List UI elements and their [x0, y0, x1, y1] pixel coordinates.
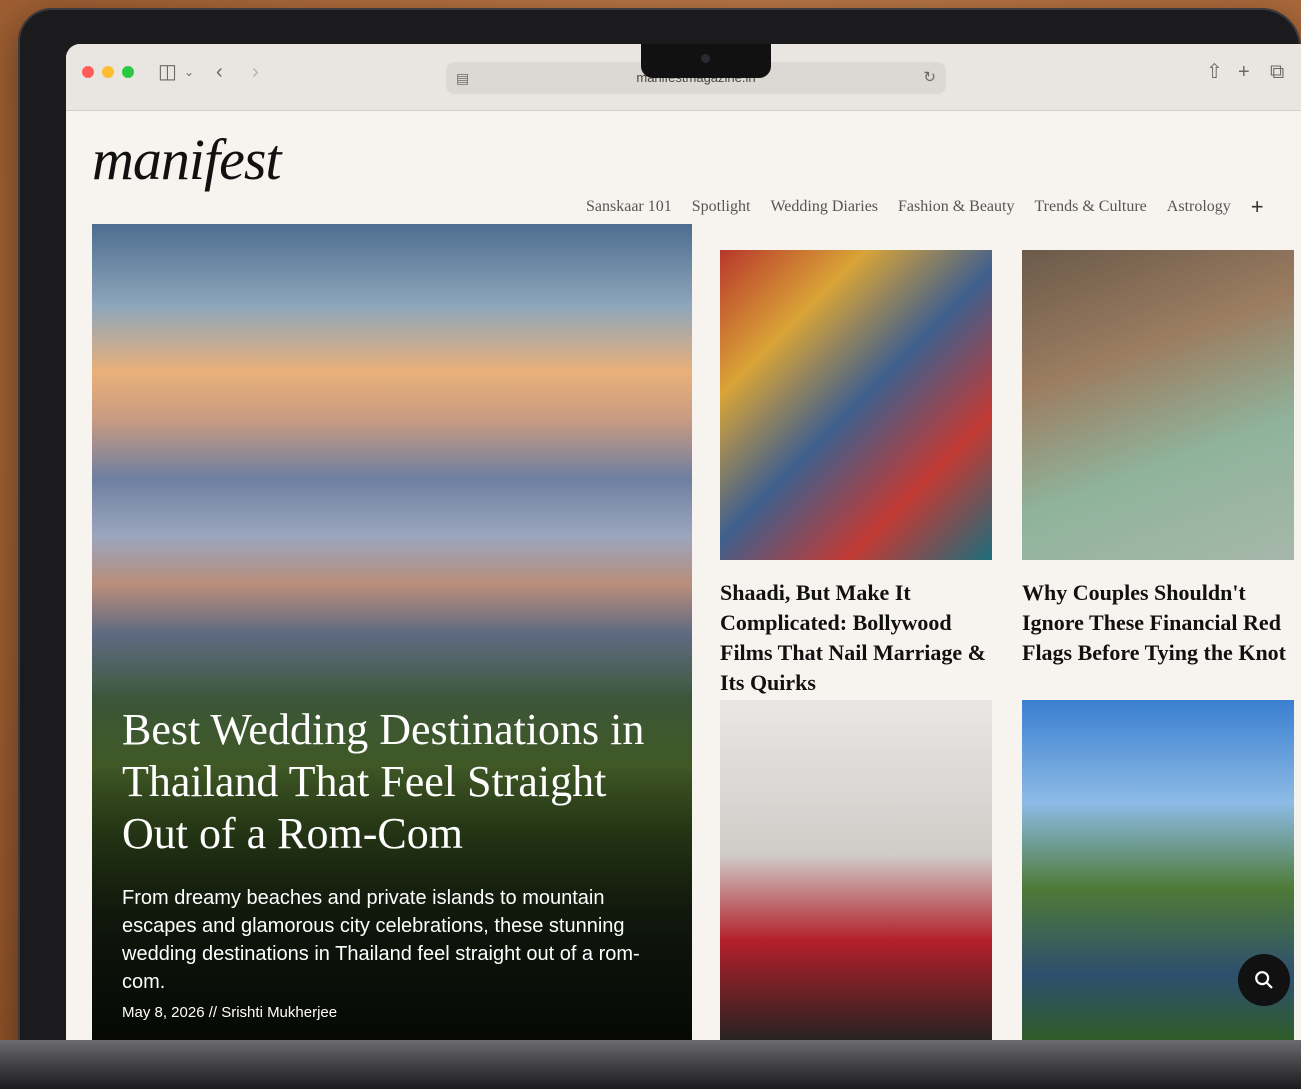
chevron-down-icon[interactable]: ⌄: [184, 58, 194, 86]
nav-item-astrology[interactable]: Astrology: [1167, 198, 1231, 216]
main-nav: Sanskaar 101 Spotlight Wedding Diaries F…: [586, 194, 1264, 220]
tabs-overview-icon[interactable]: ⧉: [1270, 58, 1284, 86]
laptop-base: [0, 1040, 1301, 1089]
nav-more-button[interactable]: +: [1251, 194, 1264, 220]
site-logo[interactable]: manifest: [92, 126, 282, 193]
nav-item-wedding-diaries[interactable]: Wedding Diaries: [770, 198, 878, 216]
hero-title[interactable]: Best Wedding Destinations in Thailand Th…: [122, 704, 662, 860]
article-image[interactable]: [720, 250, 992, 560]
camera-notch: [641, 44, 771, 78]
plus-icon[interactable]: +: [1238, 58, 1250, 86]
close-window-button[interactable]: [82, 66, 94, 78]
chevron-left-icon[interactable]: ‹: [216, 58, 223, 86]
chevron-right-icon[interactable]: ›: [252, 58, 259, 86]
nav-item-spotlight[interactable]: Spotlight: [692, 198, 751, 216]
article-image[interactable]: [720, 700, 992, 1044]
hero-summary: From dreamy beaches and private islands …: [122, 887, 640, 993]
article-title[interactable]: Shaadi, But Make It Complicated: Bollywo…: [720, 578, 992, 698]
share-icon[interactable]: ⇧: [1206, 58, 1223, 86]
reload-icon[interactable]: ↻: [923, 62, 936, 94]
camera-icon: [701, 54, 710, 63]
article-title[interactable]: Why Couples Shouldn't Ignore These Finan…: [1022, 578, 1294, 668]
hero-byline: May 8, 2026 // Srishti Mukherjee: [122, 1004, 338, 1021]
sidebar-icon[interactable]: ◫: [158, 58, 177, 86]
article-card[interactable]: Why Couples Shouldn't Ignore These Finan…: [1022, 250, 1294, 668]
laptop-frame: ◫ ⌄ ‹ › ▤ manifestmagazine.in ↻ ⇧ + ⧉ ma…: [18, 8, 1301, 1083]
nav-item-trends-culture[interactable]: Trends & Culture: [1034, 198, 1146, 216]
article-card[interactable]: Shaadi, But Make It Complicated: Bollywo…: [720, 250, 992, 698]
article-card[interactable]: [720, 700, 992, 1044]
page-menu-icon[interactable]: ▤: [456, 62, 469, 94]
zoom-window-button[interactable]: [122, 66, 134, 78]
search-icon: [1255, 971, 1273, 989]
nav-item-sanskaar-101[interactable]: Sanskaar 101: [586, 198, 672, 216]
nav-item-fashion-beauty[interactable]: Fashion & Beauty: [898, 198, 1014, 216]
article-image[interactable]: [1022, 250, 1294, 560]
minimize-window-button[interactable]: [102, 66, 114, 78]
hero-article[interactable]: Best Wedding Destinations in Thailand Th…: [92, 224, 692, 1044]
search-button[interactable]: [1238, 954, 1290, 1006]
browser-window: ◫ ⌄ ‹ › ▤ manifestmagazine.in ↻ ⇧ + ⧉ ma…: [66, 44, 1301, 1044]
